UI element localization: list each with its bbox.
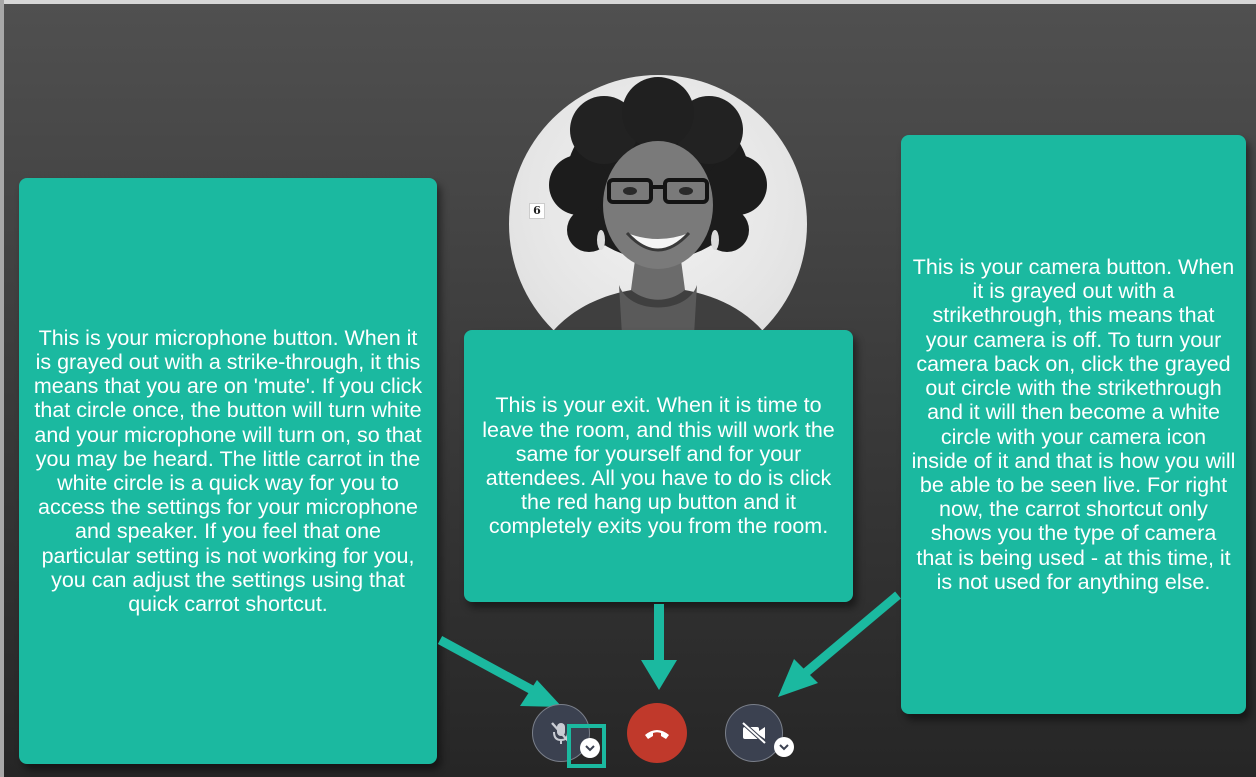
microphone-callout: This is your microphone button. When it …: [19, 178, 437, 764]
video-room-stage: 6 This is your microphone button. When i…: [0, 0, 1256, 777]
hangup-button[interactable]: [627, 703, 687, 763]
caret-highlight: [567, 724, 606, 768]
participant-photo: [529, 77, 787, 373]
exit-callout-text: This is your exit. When it is time to le…: [482, 393, 835, 539]
camera-button[interactable]: [725, 704, 783, 762]
camera-callout-text: This is your camera button. When it is g…: [911, 255, 1236, 594]
phone-hangup-icon: [645, 730, 669, 739]
microphone-callout-text: This is your microphone button. When it …: [33, 325, 423, 617]
camera-off-icon: [741, 721, 767, 745]
participant-badge: 6: [529, 203, 545, 219]
left-border: [0, 0, 4, 777]
top-border: [0, 0, 1256, 4]
camera-settings-caret[interactable]: [774, 737, 794, 757]
chevron-down-icon: [779, 744, 789, 751]
camera-arrow: [778, 591, 901, 697]
microphone-arrow: [437, 636, 562, 707]
camera-callout: This is your camera button. When it is g…: [901, 135, 1246, 714]
participant-avatar: [509, 75, 807, 373]
exit-arrow: [641, 604, 677, 690]
exit-callout: This is your exit. When it is time to le…: [464, 330, 853, 602]
